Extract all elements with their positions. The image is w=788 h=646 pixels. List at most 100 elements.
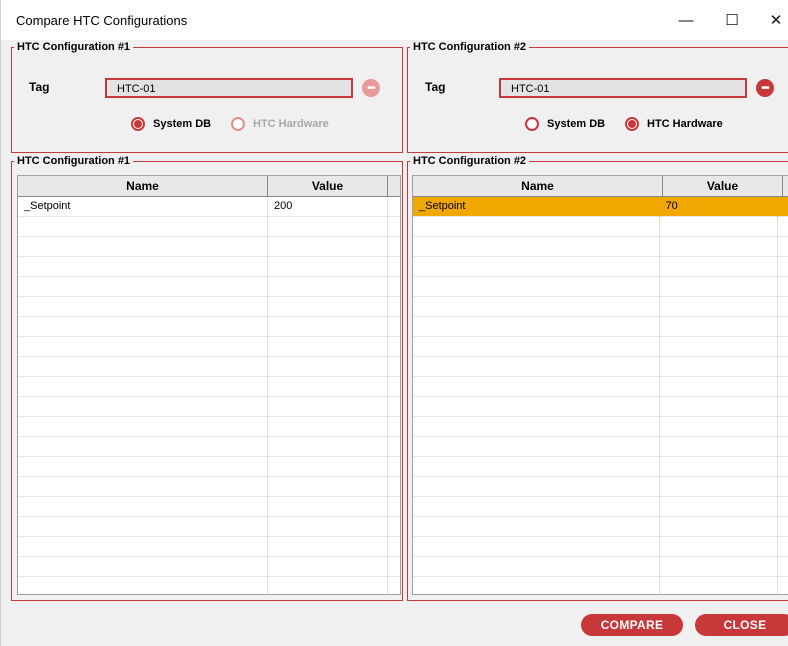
cell-spacer	[778, 297, 788, 317]
table-row[interactable]	[413, 497, 788, 517]
table-row[interactable]	[413, 557, 788, 577]
maximize-icon: ☐	[725, 12, 739, 29]
cell-value	[660, 517, 778, 537]
cell-spacer	[778, 337, 788, 357]
cell-name	[18, 357, 268, 377]
table-row[interactable]	[413, 377, 788, 397]
cell-name	[18, 517, 268, 537]
compare-button[interactable]: COMPARE	[581, 614, 683, 636]
table-row[interactable]	[413, 577, 788, 594]
cell-spacer	[778, 217, 788, 237]
table-row[interactable]	[413, 297, 788, 317]
config1-tag-input[interactable]: HTC-01	[105, 78, 353, 98]
minimize-button[interactable]: —	[663, 0, 709, 40]
table-row[interactable]	[413, 397, 788, 417]
table-row[interactable]	[18, 357, 400, 377]
table-row[interactable]	[413, 257, 788, 277]
cell-value	[268, 477, 388, 497]
config1-browse-button[interactable]: •••	[362, 79, 380, 97]
more-icon: •••	[761, 82, 769, 94]
column-header-value[interactable]: Value	[268, 176, 388, 196]
table-row[interactable]: _Setpoint 70	[413, 197, 788, 217]
table-row[interactable]	[18, 477, 400, 497]
cell-value	[660, 377, 778, 397]
cell-value	[268, 217, 388, 237]
cell-name	[413, 257, 660, 277]
table-row[interactable]	[413, 457, 788, 477]
cell-spacer	[778, 277, 788, 297]
table-row[interactable]	[18, 397, 400, 417]
table-row[interactable]	[18, 377, 400, 397]
cell-spacer	[388, 337, 400, 357]
table-row[interactable]	[18, 257, 400, 277]
table-row[interactable]	[413, 237, 788, 257]
config2-browse-button[interactable]: •••	[756, 79, 774, 97]
table-row[interactable]	[413, 477, 788, 497]
table-row[interactable]	[18, 517, 400, 537]
table-row[interactable]	[18, 417, 400, 437]
cell-value	[660, 217, 778, 237]
config2-radio-htc-hardware[interactable]: HTC Hardware	[625, 117, 723, 131]
maximize-button[interactable]: ☐	[709, 0, 755, 40]
table-row[interactable]	[413, 417, 788, 437]
table-row[interactable]	[18, 297, 400, 317]
cell-name	[18, 277, 268, 297]
close-button[interactable]: CLOSE	[695, 614, 788, 636]
cell-value	[660, 337, 778, 357]
cell-name	[18, 237, 268, 257]
config2-radio-htc-hardware-label: HTC Hardware	[647, 118, 723, 130]
table-row[interactable]	[18, 497, 400, 517]
cell-name	[413, 237, 660, 257]
cell-name	[413, 217, 660, 237]
column-header-spacer	[388, 176, 400, 196]
table-row[interactable]	[18, 337, 400, 357]
cell-value	[660, 237, 778, 257]
config1-radio-htc-hardware[interactable]: HTC Hardware	[231, 117, 329, 131]
table-row[interactable]	[18, 277, 400, 297]
table-row[interactable]	[413, 317, 788, 337]
cell-value	[660, 357, 778, 377]
table-row[interactable]	[18, 577, 400, 594]
column-header-name[interactable]: Name	[413, 176, 663, 196]
cell-value	[268, 317, 388, 337]
cell-spacer	[388, 537, 400, 557]
table-row[interactable]	[413, 437, 788, 457]
table-row[interactable]	[413, 517, 788, 537]
table-row[interactable]: _Setpoint 200	[18, 197, 400, 217]
table-row[interactable]	[18, 217, 400, 237]
table-row[interactable]	[413, 217, 788, 237]
cell-value	[268, 277, 388, 297]
table1-legend: HTC Configuration #1	[17, 155, 131, 167]
table-row[interactable]	[18, 317, 400, 337]
table-row[interactable]	[413, 357, 788, 377]
table-row[interactable]	[18, 457, 400, 477]
cell-spacer	[778, 377, 788, 397]
table-row[interactable]	[18, 557, 400, 577]
config2-radio-system-db-label: System DB	[547, 118, 606, 130]
config2-radio-system-db[interactable]: System DB	[525, 117, 605, 131]
table-row[interactable]	[18, 437, 400, 457]
cell-spacer	[388, 397, 400, 417]
table-row[interactable]	[18, 237, 400, 257]
table-row[interactable]	[413, 277, 788, 297]
cell-spacer	[778, 317, 788, 337]
config2-tag-input[interactable]: HTC-01	[499, 78, 747, 98]
table-row[interactable]	[413, 537, 788, 557]
table-row[interactable]	[413, 337, 788, 357]
table1-grid[interactable]: Name Value _Setpoint 200	[17, 175, 401, 595]
column-header-name[interactable]: Name	[18, 176, 268, 196]
cell-name	[18, 417, 268, 437]
close-window-button[interactable]: ✕	[753, 0, 788, 40]
table2-grid[interactable]: Name Value _Setpoint 70	[412, 175, 788, 595]
table-row[interactable]	[18, 537, 400, 557]
cell-value	[660, 577, 778, 594]
cell-spacer	[778, 437, 788, 457]
cell-value	[660, 557, 778, 577]
cell-value	[268, 517, 388, 537]
column-header-value[interactable]: Value	[663, 176, 783, 196]
config1-radio-system-db[interactable]: System DB	[131, 117, 211, 131]
cell-spacer	[778, 497, 788, 517]
cell-value	[660, 397, 778, 417]
config2-legend: HTC Configuration #2	[413, 41, 527, 53]
cell-value	[660, 317, 778, 337]
